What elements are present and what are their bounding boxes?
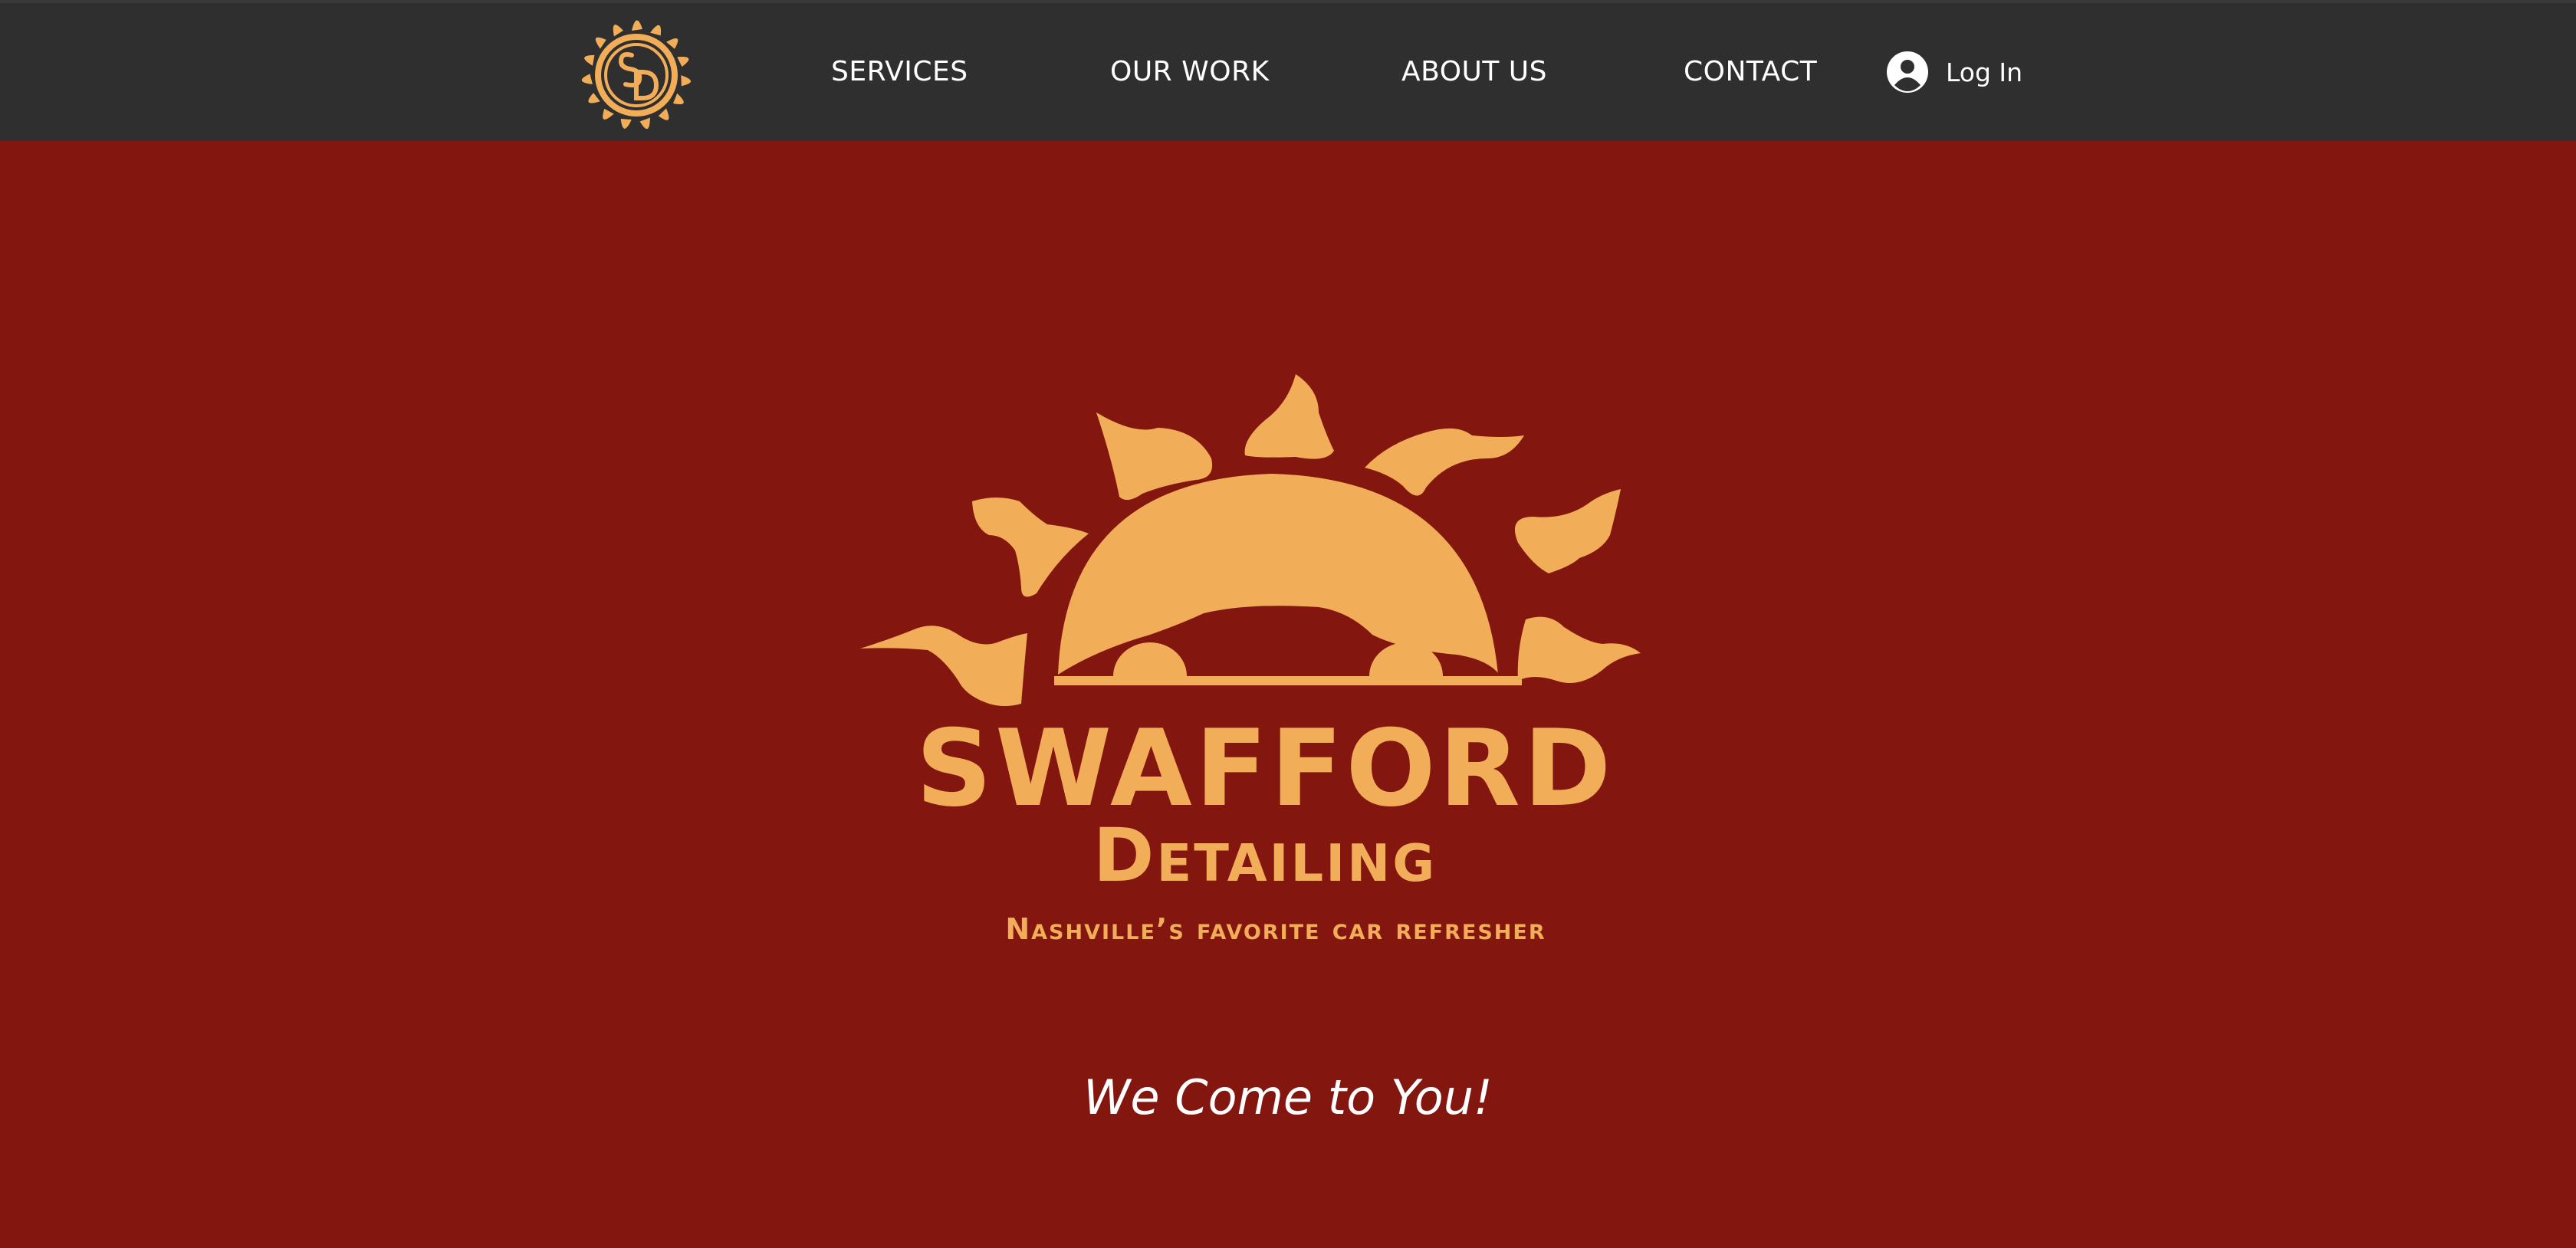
brand-slogan: Nashville’s favorite car refresher: [1005, 912, 1546, 946]
site-header: SERVICES OUR WORK ABOUT US CONTACT Log I…: [0, 0, 2576, 141]
nav-services[interactable]: SERVICES: [831, 49, 968, 95]
brand-name: SWAFFORD: [915, 707, 1615, 830]
login-label: Log In: [1946, 57, 2023, 87]
nav-contact[interactable]: CONTACT: [1684, 49, 1817, 95]
sun-and-car-logo-icon: [860, 374, 1641, 706]
hero-section: SWAFFORD Detailing Nashville’s favorite …: [0, 141, 2576, 1248]
brand-subname: Detailing: [1092, 813, 1438, 898]
hero-tagline: We Come to You!: [1083, 1069, 1493, 1125]
user-avatar-icon: [1887, 51, 1928, 93]
nav-about-us[interactable]: ABOUT US: [1401, 49, 1547, 95]
site-logo-icon[interactable]: [561, 8, 711, 140]
nav-our-work[interactable]: OUR WORK: [1110, 49, 1270, 95]
login-button[interactable]: Log In: [1886, 48, 2022, 97]
brand-logo: SWAFFORD Detailing Nashville’s favorite …: [843, 343, 1687, 946]
